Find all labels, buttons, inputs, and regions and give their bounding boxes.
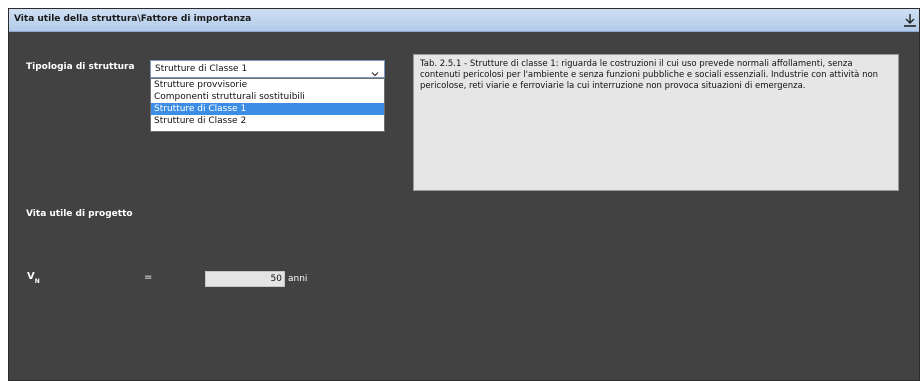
- vn-variable-label: VN: [27, 271, 40, 285]
- vita-utile-panel: Vita utile della struttura\Fattore di im…: [8, 8, 920, 381]
- dropdown-option-classe-2[interactable]: Strutture di Classe 2: [151, 115, 384, 127]
- vita-utile-section-label: Vita utile di progetto: [26, 209, 133, 219]
- panel-titlebar: Vita utile della struttura\Fattore di im…: [9, 9, 919, 32]
- dropdown-option-classe-1[interactable]: Strutture di Classe 1: [151, 103, 384, 115]
- tipologia-selected-value: Strutture di Classe 1: [155, 64, 248, 74]
- dropdown-option-strutture-provvisorie[interactable]: Strutture provvisorie: [151, 79, 384, 91]
- chevron-down-icon: [370, 64, 380, 77]
- tipologia-description: Tab. 2.5.1 - Strutture di classe 1: rigu…: [413, 54, 899, 191]
- download-icon[interactable]: [903, 13, 917, 28]
- vita-utile-input[interactable]: 50: [205, 271, 285, 287]
- dropdown-option-componenti-sostituibili[interactable]: Componenti strutturali sostituibili: [151, 91, 384, 103]
- vn-var-main: V: [27, 271, 35, 282]
- vita-utile-unit: anni: [288, 274, 308, 284]
- tipologia-select[interactable]: Strutture di Classe 1: [150, 60, 385, 78]
- vn-var-subscript: N: [34, 278, 40, 285]
- tipologia-label: Tipologia di struttura: [26, 62, 135, 72]
- tipologia-dropdown-list: Strutture provvisorie Componenti struttu…: [150, 78, 385, 132]
- equals-sign: =: [144, 272, 153, 283]
- panel-title: Vita utile della struttura\Fattore di im…: [14, 14, 252, 24]
